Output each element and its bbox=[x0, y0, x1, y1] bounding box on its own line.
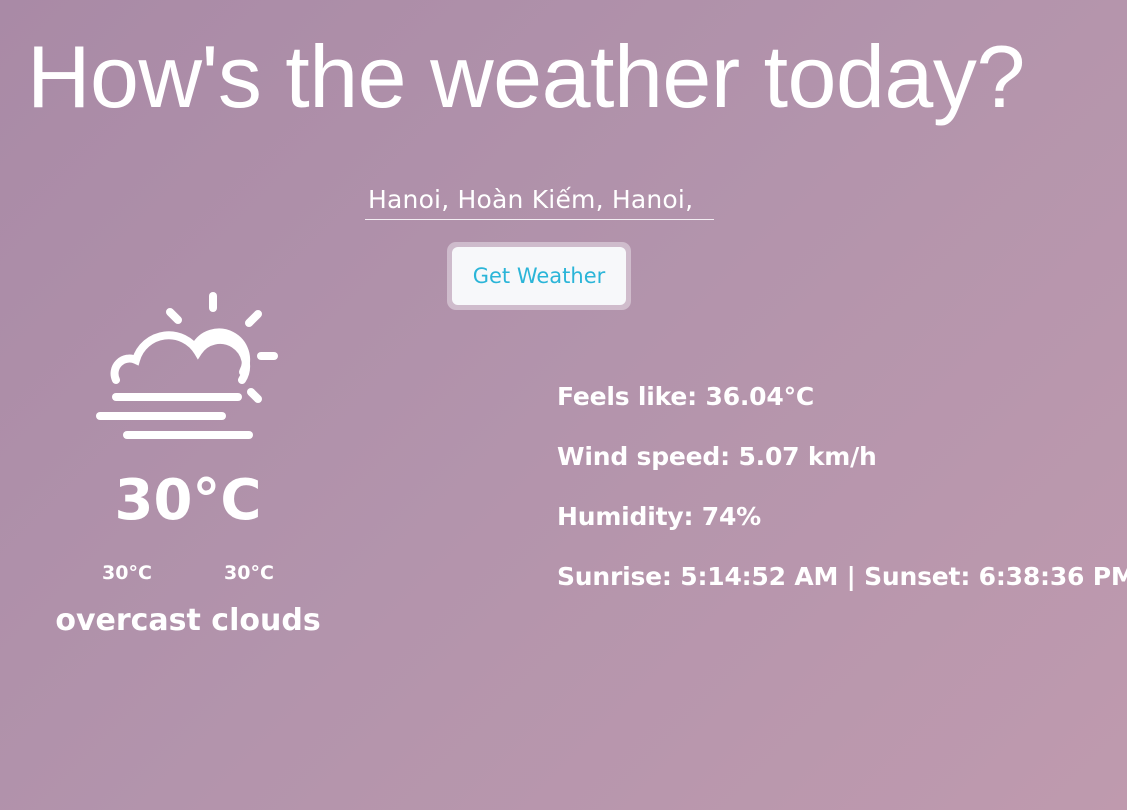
sunset-value: 6:38:36 PM bbox=[978, 562, 1127, 591]
feels-like-row: Feels like: 36.04°C bbox=[557, 378, 1127, 416]
sunrise-value: 5:14:52 AM bbox=[680, 562, 839, 591]
sun-times-separator: | bbox=[846, 562, 856, 591]
max-temperature: 30°C bbox=[224, 562, 274, 584]
current-temperature: 30°C bbox=[114, 468, 262, 533]
page-title: How's the weather today? bbox=[27, 27, 1025, 126]
cloud-sun-fog-icon bbox=[96, 292, 278, 439]
weather-description: overcast clouds bbox=[55, 603, 321, 638]
humidity-label: Humidity: bbox=[557, 502, 694, 531]
humidity-row: Humidity: 74% bbox=[557, 498, 1127, 536]
feels-like-label: Feels like: bbox=[557, 382, 697, 411]
sunset-label: Sunset: bbox=[864, 562, 971, 591]
wind-speed-label: Wind speed: bbox=[557, 442, 730, 471]
min-temperature: 30°C bbox=[102, 562, 152, 584]
get-weather-button-focus-ring: Get Weather bbox=[447, 242, 631, 310]
feels-like-value: 36.04°C bbox=[705, 382, 815, 411]
location-input[interactable] bbox=[365, 180, 714, 220]
sunrise-label: Sunrise: bbox=[557, 562, 672, 591]
wind-speed-value: 5.07 km/h bbox=[738, 442, 877, 471]
get-weather-button[interactable]: Get Weather bbox=[452, 247, 626, 305]
weather-details: Feels like: 36.04°C Wind speed: 5.07 km/… bbox=[557, 378, 1127, 618]
humidity-value: 74% bbox=[701, 502, 762, 531]
wind-speed-row: Wind speed: 5.07 km/h bbox=[557, 438, 1127, 476]
sun-times-row: Sunrise: 5:14:52 AM | Sunset: 6:38:36 PM bbox=[557, 558, 1127, 596]
